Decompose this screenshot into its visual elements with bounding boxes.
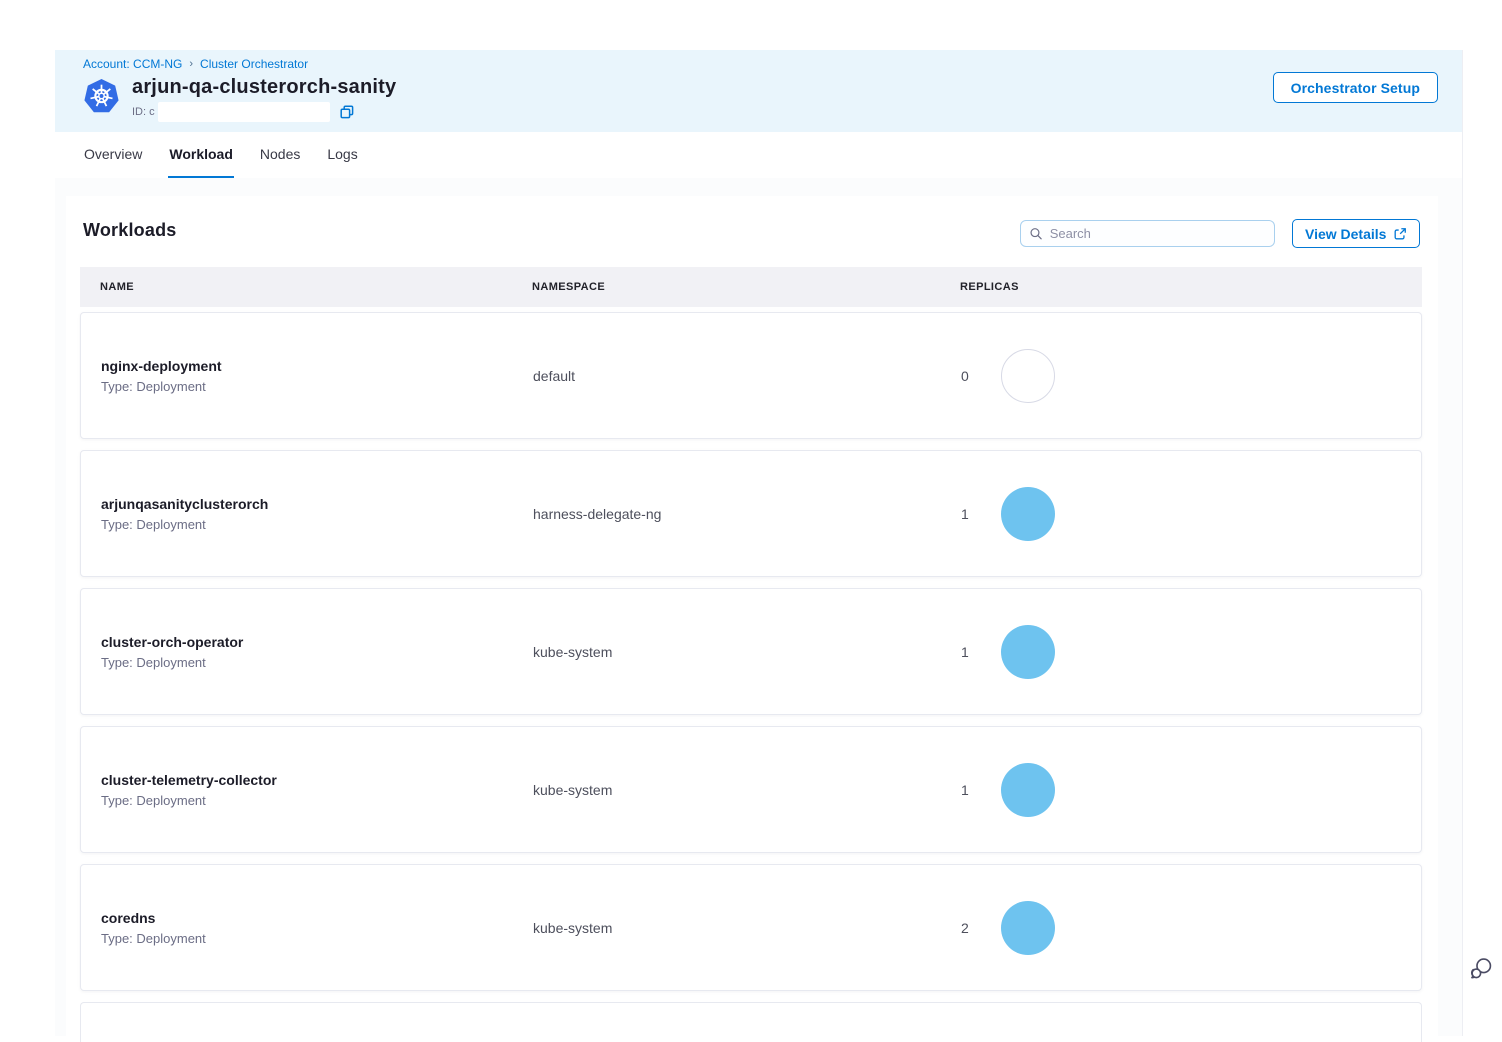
workload-type: Type: Deployment [101,931,533,946]
replica-count: 0 [961,368,1001,384]
replica-status-circle [1001,763,1055,817]
copy-id-icon[interactable] [340,105,354,119]
workload-type: Type: Deployment [101,793,533,808]
column-header-name: NAME [100,281,532,293]
cluster-orchestrator-page: Account: CCM-NG › Cluster Orchestrator [0,0,1502,1036]
right-gutter [1462,50,1502,1036]
workload-type: Type: Deployment [101,655,533,670]
workload-name: coredns [101,910,533,926]
page-title: arjun-qa-clusterorch-sanity [132,76,396,99]
workload-name: arjunqasanityclusterorch [101,496,533,512]
workload-table-row[interactable]: arjunqasanityclusterorch Type: Deploymen… [80,450,1422,577]
tab-overview[interactable]: Overview [83,132,143,178]
view-details-label: View Details [1305,226,1386,242]
replica-status-circle [1001,901,1055,955]
workload-namespace: kube-system [533,920,961,936]
tab-nodes[interactable]: Nodes [259,132,301,178]
search-box[interactable] [1020,220,1275,247]
search-input[interactable] [1050,226,1266,241]
breadcrumb: Account: CCM-NG › Cluster Orchestrator [83,57,1438,71]
replica-count: 2 [961,920,1001,936]
workload-namespace: harness-delegate-ng [533,506,961,522]
orchestrator-setup-button[interactable]: Orchestrator Setup [1273,72,1438,103]
workloads-title: Workloads [83,220,177,241]
breadcrumb-separator-icon: › [189,58,193,70]
replica-status-circle [1001,625,1055,679]
chat-bubbles-icon [1468,955,1494,981]
tab-workload[interactable]: Workload [168,132,234,178]
cluster-id-redacted-value [158,102,330,122]
column-header-replicas: REPLICAS [960,281,1422,293]
workload-table-row[interactable]: nginx-deployment Type: Deployment defaul… [80,312,1422,439]
workload-namespace: kube-system [533,644,961,660]
replica-count: 1 [961,506,1001,522]
breadcrumb-account[interactable]: Account: CCM-NG [83,57,182,71]
tab-bar: Overview Workload Nodes Logs [55,132,1462,178]
workload-name: cluster-orch-operator [101,634,533,650]
replica-count: 1 [961,644,1001,660]
replica-status-circle [1001,487,1055,541]
replica-status-circle [1001,349,1055,403]
column-header-namespace: NAMESPACE [532,281,960,293]
workload-table-row-partial[interactable] [80,1002,1422,1042]
title-row: arjun-qa-clusterorch-sanity ID: c [83,76,1438,122]
kubernetes-icon [83,78,120,115]
workload-row-list: nginx-deployment Type: Deployment defaul… [80,312,1422,1042]
workload-namespace: kube-system [533,782,961,798]
table-header: NAME NAMESPACE REPLICAS [80,267,1422,307]
tab-logs[interactable]: Logs [326,132,358,178]
workload-type: Type: Deployment [101,517,533,532]
workload-type: Type: Deployment [101,379,533,394]
workload-table-row[interactable]: coredns Type: Deployment kube-system 2 [80,864,1422,991]
workload-table-row[interactable]: cluster-orch-operator Type: Deployment k… [80,588,1422,715]
search-icon [1029,226,1043,241]
external-link-icon [1393,227,1407,241]
workload-namespace: default [533,368,961,384]
replica-count: 1 [961,782,1001,798]
workloads-panel: Workloads View Details NAME NAMESPACE RE… [66,196,1438,1036]
workload-table-row[interactable]: cluster-telemetry-collector Type: Deploy… [80,726,1422,853]
page-header: Account: CCM-NG › Cluster Orchestrator [55,50,1462,132]
view-details-button[interactable]: View Details [1292,219,1420,248]
workload-name: nginx-deployment [101,358,533,374]
chat-feedback-button[interactable] [1466,953,1496,983]
cluster-id-label: ID: c [132,106,155,118]
workload-name: cluster-telemetry-collector [101,772,533,788]
breadcrumb-cluster-orchestrator[interactable]: Cluster Orchestrator [200,57,308,71]
